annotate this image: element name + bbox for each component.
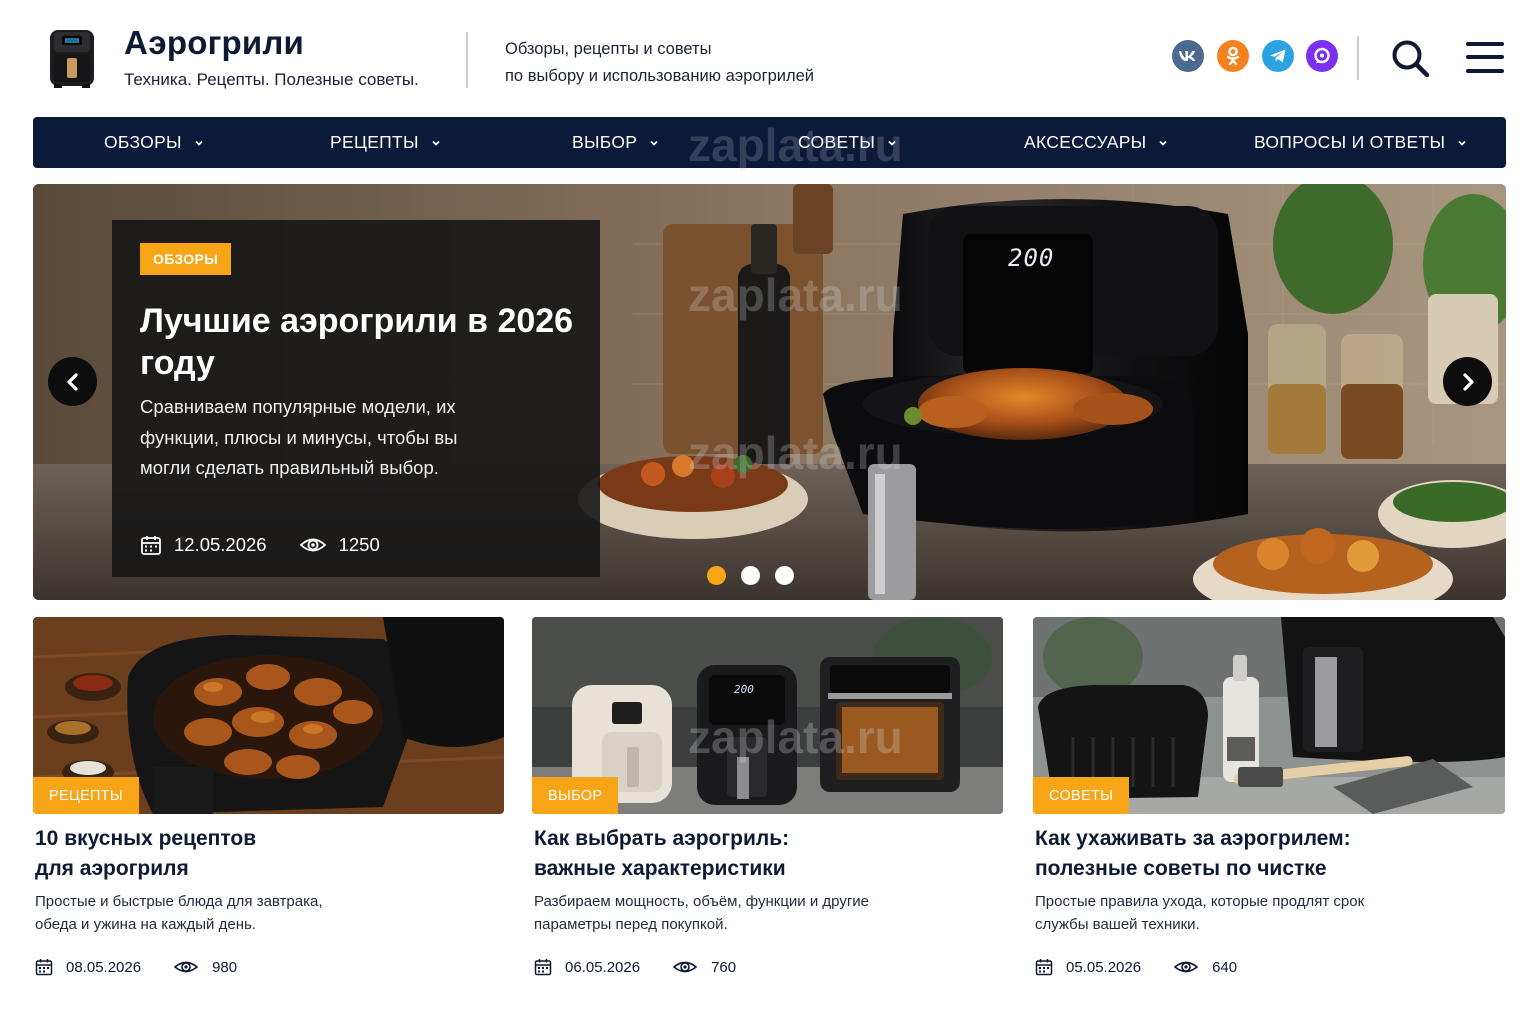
- card-date: 06.05.2026: [565, 958, 641, 976]
- card-description-line2: обеда и ужина на каждый день.: [35, 916, 256, 933]
- card-description: Простые и быстрые блюда для завтрака, об…: [35, 890, 504, 936]
- chevron-down-icon: [195, 140, 203, 146]
- hero-meta: 12.05.2026 1250: [140, 534, 380, 556]
- site-tagline: Техника. Рецепты. Полезные советы.: [124, 70, 419, 89]
- card-date: 05.05.2026: [1066, 958, 1142, 976]
- eye-icon: [1173, 961, 1199, 973]
- card-meta: 05.05.2026 640: [1035, 958, 1505, 976]
- card-description-line2: службы вашей техники.: [1035, 916, 1200, 933]
- nav-item-reviews[interactable]: ОБЗОРЫ: [104, 117, 204, 168]
- calendar-icon: [1035, 959, 1053, 976]
- slider-dot-3[interactable]: [775, 566, 794, 585]
- card-views: 760: [711, 958, 737, 976]
- nav-item-label: СОВЕТЫ: [798, 132, 876, 152]
- hero-slider[interactable]: 200 ОБЗОРЫ Лучшие аэрогрили в 2026 году …: [33, 184, 1506, 600]
- nav-item-tips[interactable]: СОВЕТЫ: [798, 117, 897, 168]
- card-image-tips[interactable]: СОВЕТЫ: [1033, 617, 1505, 814]
- slider-pagination: [707, 566, 794, 585]
- card-category-badge[interactable]: СОВЕТЫ: [1033, 777, 1130, 814]
- card-title-line2: полезные советы по чистке: [1035, 857, 1327, 880]
- card-category-badge[interactable]: ВЫБОР: [532, 777, 619, 814]
- nav-item-recipes[interactable]: РЕЦЕПТЫ: [330, 117, 441, 168]
- card-title[interactable]: Как выбрать аэрогриль: важные характерис…: [534, 824, 1003, 884]
- nav-item-label: РЕЦЕПТЫ: [330, 132, 419, 152]
- vk-icon[interactable]: [1172, 40, 1204, 72]
- hero-category-badge[interactable]: ОБЗОРЫ: [140, 243, 232, 275]
- eye-icon: [299, 538, 326, 552]
- nav-item-label: ВЫБОР: [572, 132, 638, 152]
- card-description-line2: параметры перед покупкой.: [534, 916, 728, 933]
- card-title-line2: важные характеристики: [534, 857, 786, 880]
- nav-item-label: АКСЕССУАРЫ: [1024, 132, 1147, 152]
- chevron-down-icon: [888, 140, 896, 146]
- card-title[interactable]: Как ухаживать за аэрогрилем: полезные со…: [1035, 824, 1505, 884]
- article-card[interactable]: РЕЦЕПТЫ 10 вкусных рецептов для аэрогрил…: [33, 617, 504, 976]
- header-description-line1: Обзоры, рецепты и советы: [505, 40, 712, 58]
- chevron-down-icon: [1458, 140, 1466, 146]
- hero-views: 1250: [338, 534, 380, 555]
- card-description: Разбираем мощность, объём, функции и дру…: [534, 890, 1003, 936]
- card-meta: 06.05.2026 760: [534, 958, 1003, 976]
- chevron-right-icon: [1462, 372, 1474, 391]
- air-fryer-logo-icon[interactable]: [44, 24, 100, 90]
- odnoklassniki-icon[interactable]: [1217, 40, 1249, 72]
- card-description: Простые правила ухода, которые продлят с…: [1035, 890, 1505, 936]
- main-navigation: ОБЗОРЫ РЕЦЕПТЫ ВЫБОР СОВЕТЫ АКСЕССУАРЫ В…: [33, 117, 1506, 168]
- hero-text-panel: ОБЗОРЫ Лучшие аэрогрили в 2026 году Срав…: [112, 220, 600, 577]
- header-description-line2: по выбору и использованию аэрогрилей: [505, 67, 814, 85]
- card-image-recipes[interactable]: РЕЦЕПТЫ: [33, 617, 504, 814]
- card-date: 08.05.2026: [66, 958, 142, 976]
- telegram-icon[interactable]: [1262, 40, 1294, 72]
- card-description-line1: Разбираем мощность, объём, функции и дру…: [534, 893, 870, 910]
- header-divider: [466, 32, 468, 88]
- card-views: 640: [1212, 958, 1238, 976]
- site-title[interactable]: Аэрогрили: [124, 24, 304, 62]
- header-description: Обзоры, рецепты и советы по выбору и исп…: [505, 36, 814, 90]
- hero-description: Сравниваем популярные модели, их функции…: [140, 396, 458, 478]
- slider-dot-2[interactable]: [741, 566, 760, 585]
- search-icon[interactable]: [1390, 38, 1430, 78]
- slider-prev-button[interactable]: [48, 357, 97, 406]
- card-meta: 08.05.2026 980: [35, 958, 504, 976]
- chevron-down-icon: [650, 140, 658, 146]
- chevron-down-icon: [432, 140, 440, 146]
- menu-bar: [1466, 42, 1504, 46]
- calendar-icon: [141, 536, 161, 555]
- nav-item-faq[interactable]: ВОПРОСЫ И ОТВЕТЫ: [1254, 117, 1467, 168]
- article-card[interactable]: СОВЕТЫ Как ухаживать за аэрогрилем: поле…: [1033, 617, 1505, 976]
- menu-bar: [1466, 69, 1504, 73]
- hamburger-menu-icon[interactable]: [1466, 40, 1506, 76]
- card-image-choice[interactable]: 200 ВЫБОР: [532, 617, 1003, 814]
- nav-item-accessories[interactable]: АКСЕССУАРЫ: [1024, 117, 1168, 168]
- chevron-left-icon: [66, 372, 78, 391]
- card-category-badge[interactable]: РЕЦЕПТЫ: [33, 777, 139, 814]
- nav-item-choice[interactable]: ВЫБОР: [572, 117, 659, 168]
- hero-date: 12.05.2026: [174, 534, 267, 555]
- eye-icon: [173, 961, 199, 973]
- slider-dot-1[interactable]: [707, 566, 726, 585]
- card-title-line1: 10 вкусных рецептов: [35, 827, 257, 850]
- slider-next-button[interactable]: [1443, 357, 1492, 406]
- site-header: Аэрогрили Техника. Рецепты. Полезные сов…: [0, 0, 1536, 110]
- menu-bar: [1466, 55, 1504, 59]
- card-title[interactable]: 10 вкусных рецептов для аэрогриля: [35, 824, 504, 884]
- card-description-line1: Простые и быстрые блюда для завтрака,: [35, 893, 323, 910]
- chevron-down-icon: [1159, 140, 1168, 146]
- max-messenger-icon[interactable]: [1306, 40, 1338, 72]
- nav-item-label: ВОПРОСЫ И ОТВЕТЫ: [1254, 132, 1446, 152]
- calendar-icon: [35, 959, 53, 976]
- calendar-icon: [534, 959, 552, 976]
- card-views: 980: [212, 958, 238, 976]
- card-title-line1: Как ухаживать за аэрогрилем:: [1035, 827, 1351, 850]
- article-card[interactable]: 200 ВЫБОР Как выбрать аэрогриль: важные …: [532, 617, 1003, 976]
- header-divider-right: [1357, 36, 1359, 80]
- hero-title[interactable]: Лучшие аэрогрили в 2026 году: [140, 300, 580, 384]
- fryer-display-temperature: 200: [1008, 244, 1055, 272]
- eye-icon: [672, 961, 698, 973]
- card-title-line1: Как выбрать аэрогриль:: [534, 827, 790, 850]
- card-description-line1: Простые правила ухода, которые продлят с…: [1035, 893, 1365, 910]
- fryer-display-temperature: 200: [734, 683, 754, 696]
- nav-item-label: ОБЗОРЫ: [104, 132, 182, 152]
- card-title-line2: для аэрогриля: [35, 857, 189, 880]
